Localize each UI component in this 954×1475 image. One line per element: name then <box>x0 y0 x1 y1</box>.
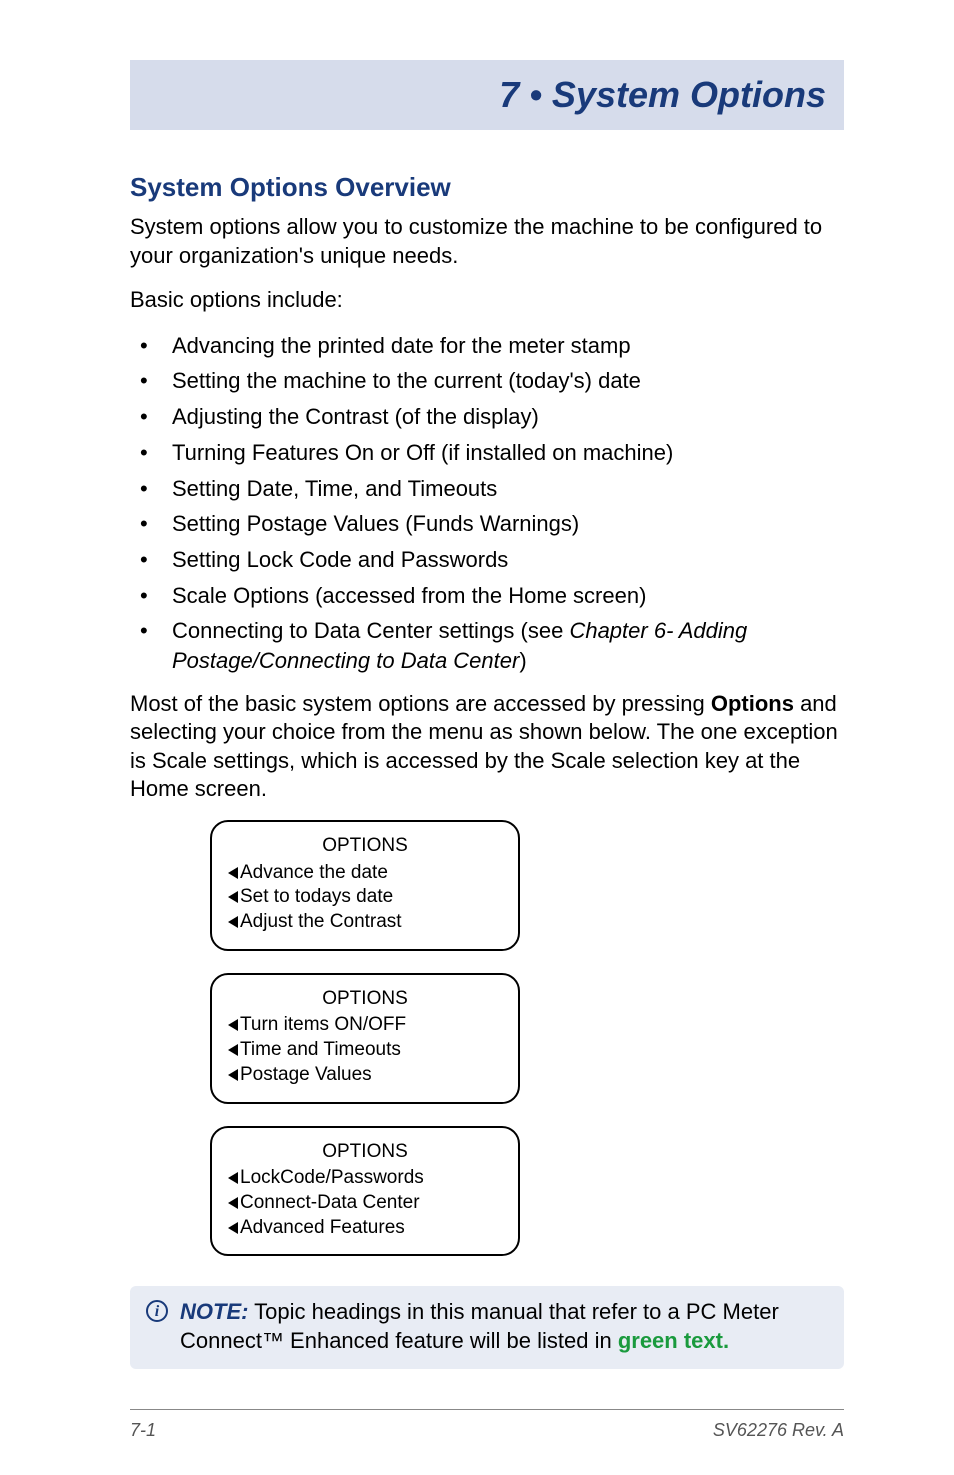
screen-line-text: Connect-Data Center <box>240 1192 420 1213</box>
triangle-left-icon <box>228 1069 238 1081</box>
screen-line-text: Postage Values <box>240 1064 372 1085</box>
screen-title: OPTIONS <box>228 1140 502 1165</box>
info-icon: i <box>146 1300 168 1322</box>
screen-title: OPTIONS <box>228 987 502 1012</box>
options-screen-1: OPTIONS Advance the date Set to todays d… <box>210 820 520 951</box>
note-green-text: green text. <box>618 1328 729 1353</box>
screen-line: Advanced Features <box>228 1216 502 1241</box>
screen-line-text: Turn items ON/OFF <box>240 1014 406 1035</box>
note-content: i NOTE: Topic headings in this manual th… <box>144 1298 830 1355</box>
screen-line: Advance the date <box>228 861 502 886</box>
screen-line: Turn items ON/OFF <box>228 1013 502 1038</box>
footer-page-number: 7-1 <box>130 1420 156 1441</box>
list-item-text: Advancing the printed date for the meter… <box>172 333 631 358</box>
section-heading: System Options Overview <box>130 172 844 203</box>
list-item: Setting Date, Time, and Timeouts <box>130 474 844 504</box>
list-item-text-post: ) <box>519 648 526 673</box>
screen-line: Postage Values <box>228 1063 502 1088</box>
screens-column: OPTIONS Advance the date Set to todays d… <box>210 820 844 1256</box>
triangle-left-icon <box>228 1044 238 1056</box>
list-item: Scale Options (accessed from the Home sc… <box>130 581 844 611</box>
list-item: Setting Lock Code and Passwords <box>130 545 844 575</box>
screen-line-text: LockCode/Passwords <box>240 1167 424 1188</box>
footer-revision: SV62276 Rev. A <box>713 1420 844 1441</box>
options-screen-2: OPTIONS Turn items ON/OFF Time and Timeo… <box>210 973 520 1104</box>
after-bullets-pre: Most of the basic system options are acc… <box>130 691 711 716</box>
screen-line: Connect-Data Center <box>228 1191 502 1216</box>
list-item-text: Setting Date, Time, and Timeouts <box>172 476 497 501</box>
note-label: NOTE: <box>180 1299 248 1324</box>
note-callout: i NOTE: Topic headings in this manual th… <box>130 1286 844 1369</box>
options-screen-3: OPTIONS LockCode/Passwords Connect-Data … <box>210 1126 520 1257</box>
list-item-text: Setting Postage Values (Funds Warnings) <box>172 511 579 536</box>
list-item-text: Adjusting the Contrast (of the display) <box>172 404 539 429</box>
screen-line-text: Advanced Features <box>240 1217 405 1238</box>
after-bullets-bold: Options <box>711 691 794 716</box>
intro-paragraph: System options allow you to customize th… <box>130 213 844 270</box>
screen-line: Time and Timeouts <box>228 1038 502 1063</box>
list-item-text: Turning Features On or Off (if installed… <box>172 440 673 465</box>
screen-line: Set to todays date <box>228 885 502 910</box>
list-item: Adjusting the Contrast (of the display) <box>130 402 844 432</box>
list-item-text: Setting the machine to the current (toda… <box>172 368 641 393</box>
screen-line-text: Set to todays date <box>240 886 393 907</box>
screen-line: LockCode/Passwords <box>228 1166 502 1191</box>
list-item: Advancing the printed date for the meter… <box>130 331 844 361</box>
list-item: Setting the machine to the current (toda… <box>130 366 844 396</box>
chapter-title: 7 • System Options <box>499 74 826 115</box>
list-item: Turning Features On or Off (if installed… <box>130 438 844 468</box>
list-item: Setting Postage Values (Funds Warnings) <box>130 509 844 539</box>
triangle-left-icon <box>228 1019 238 1031</box>
chapter-banner: 7 • System Options <box>130 60 844 130</box>
list-item-text-pre: Connecting to Data Center settings (see <box>172 618 569 643</box>
after-bullets-paragraph: Most of the basic system options are acc… <box>130 690 844 804</box>
page-footer: 7-1 SV62276 Rev. A <box>130 1409 844 1441</box>
triangle-left-icon <box>228 1197 238 1209</box>
screen-line-text: Time and Timeouts <box>240 1039 401 1060</box>
triangle-left-icon <box>228 1222 238 1234</box>
triangle-left-icon <box>228 867 238 879</box>
screen-title: OPTIONS <box>228 834 502 859</box>
list-item-text: Setting Lock Code and Passwords <box>172 547 508 572</box>
screen-line-text: Adjust the Contrast <box>240 911 402 932</box>
basic-options-label: Basic options include: <box>130 286 844 315</box>
options-bullet-list: Advancing the printed date for the meter… <box>130 331 844 676</box>
list-item: Connecting to Data Center settings (see … <box>130 616 844 675</box>
list-item-text: Scale Options (accessed from the Home sc… <box>172 583 646 608</box>
triangle-left-icon <box>228 891 238 903</box>
screen-line: Adjust the Contrast <box>228 910 502 935</box>
triangle-left-icon <box>228 916 238 928</box>
screen-line-text: Advance the date <box>240 862 388 883</box>
triangle-left-icon <box>228 1172 238 1184</box>
